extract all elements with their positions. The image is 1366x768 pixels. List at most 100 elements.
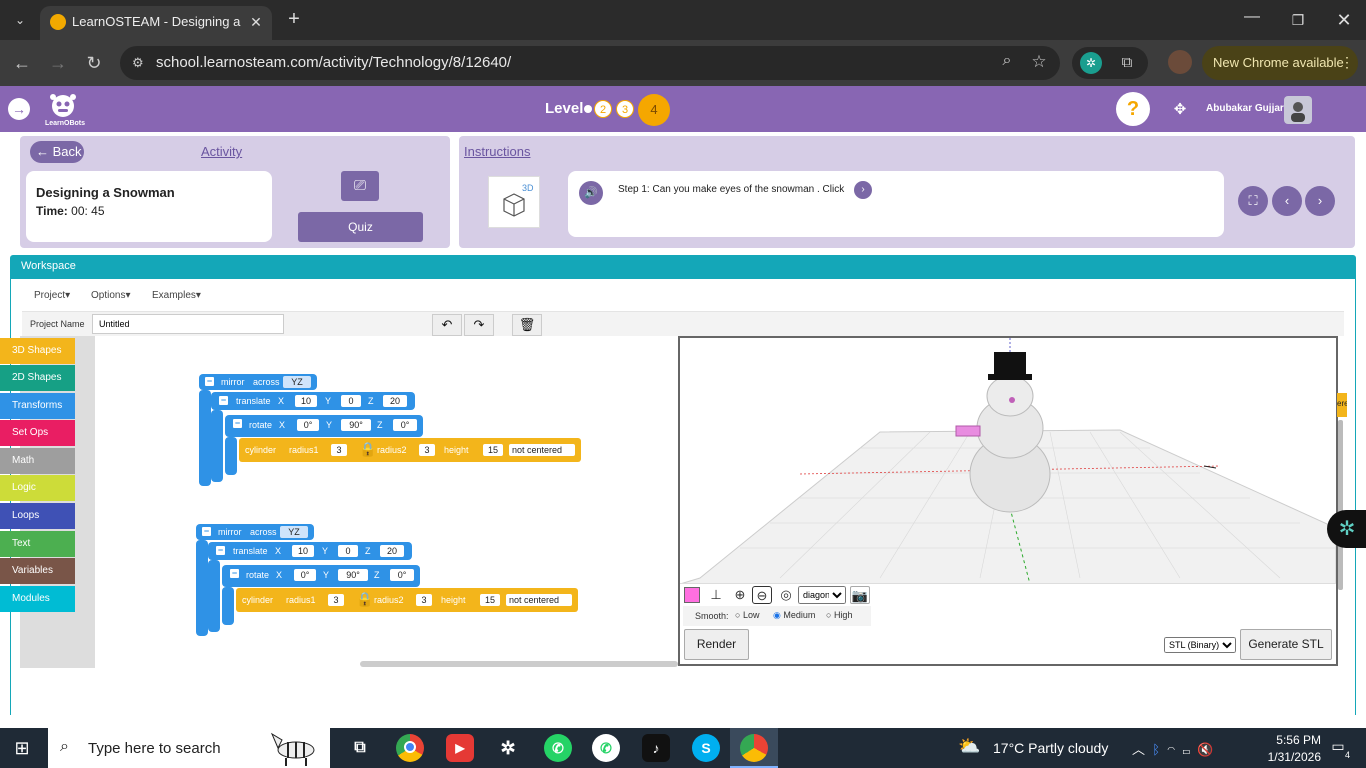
close-window-icon[interactable]: ✕ xyxy=(1332,8,1356,32)
category-modules[interactable]: Modules xyxy=(0,586,75,612)
translate-y-input[interactable]: 0 xyxy=(338,545,358,557)
chatgpt-app-icon[interactable]: ✲ xyxy=(494,734,522,762)
color-swatch[interactable] xyxy=(684,587,700,603)
category-3d-shapes[interactable]: 3D Shapes xyxy=(0,338,75,364)
help-button[interactable]: ? xyxy=(1116,92,1150,126)
radius1-input[interactable]: 3 xyxy=(328,594,344,606)
clock-date[interactable]: 1/31/2026 xyxy=(1255,750,1321,764)
chrome-app-icon[interactable] xyxy=(396,734,424,762)
collapse-icon[interactable]: − xyxy=(202,527,211,536)
weather-partly-cloudy-icon[interactable]: ⛅ xyxy=(958,736,986,760)
notifications-icon[interactable]: ▭ 4 xyxy=(1326,738,1350,760)
menu-examples[interactable]: Examples▾ xyxy=(152,290,201,301)
undo-icon[interactable]: ↶ xyxy=(432,314,462,336)
browser-tab[interactable]: LearnOSTEAM - Designing a Sn ✕ xyxy=(40,6,272,40)
rotate-z-input[interactable]: 0° xyxy=(390,569,414,581)
fullscreen-button[interactable]: ⛶ xyxy=(1238,186,1268,216)
viewer-vertical-scrollbar[interactable] xyxy=(1338,420,1343,590)
smooth-high-radio[interactable]: ○ High xyxy=(826,610,852,620)
video-app-icon[interactable]: ▶ xyxy=(446,734,474,762)
whatsapp-web-icon[interactable]: ✆ xyxy=(592,734,620,762)
redo-icon[interactable]: ↷ xyxy=(464,314,494,336)
level-3[interactable]: 3 xyxy=(616,100,634,118)
task-view-icon[interactable]: ⧉ xyxy=(346,734,374,762)
zoom-out-icon[interactable]: ⊖ xyxy=(752,586,772,604)
chatgpt-extension-icon[interactable]: ✲ xyxy=(1080,52,1102,74)
blocks-canvas[interactable] xyxy=(95,336,677,668)
presentation-button[interactable]: ⎚ xyxy=(341,171,379,201)
category-math[interactable]: Math xyxy=(0,448,75,474)
cylinder-block[interactable]: cylinder radius1 3 🔒 radius2 3 height 15… xyxy=(239,438,581,462)
bookmark-star-icon[interactable]: ☆ xyxy=(1028,52,1050,74)
canvas-horizontal-scrollbar[interactable] xyxy=(360,661,678,667)
address-bar[interactable]: ⚙ school.learnosteam.com/activity/Techno… xyxy=(120,46,1060,80)
bluetooth-icon[interactable]: ᛒ xyxy=(1152,742,1160,757)
translate-block[interactable]: − translate X 10 Y 0 Z 20 xyxy=(208,542,412,560)
wifi-icon[interactable]: ◠ xyxy=(1167,742,1175,757)
menu-project[interactable]: Project▾ xyxy=(34,290,70,301)
maximize-icon[interactable]: ❐ xyxy=(1286,8,1310,32)
user-menu-icon[interactable]: ✥ xyxy=(1170,100,1190,120)
collapse-icon[interactable]: − xyxy=(233,419,242,428)
reload-icon[interactable]: ↻ xyxy=(80,49,108,77)
smooth-medium-radio[interactable]: ◉ Medium xyxy=(773,610,815,621)
cylinder-block[interactable]: cylinder radius1 3 🔒 radius2 3 height 15… xyxy=(236,588,578,612)
axes-icon[interactable]: ⊥ xyxy=(706,586,726,604)
volume-icon[interactable]: 🔇 xyxy=(1197,742,1213,757)
category-set-ops[interactable]: Set Ops xyxy=(0,420,75,446)
smooth-low-radio[interactable]: ○ Low xyxy=(735,610,759,620)
generate-stl-button[interactable]: Generate STL xyxy=(1240,629,1332,660)
zoom-in-icon[interactable]: ⊕ xyxy=(730,586,750,604)
chevron-up-icon[interactable]: ︿ xyxy=(1132,742,1145,757)
radius2-input[interactable]: 3 xyxy=(416,594,432,606)
translate-block[interactable]: − translate X 10 Y 0 Z 20 xyxy=(211,392,415,410)
quiz-button[interactable]: Quiz xyxy=(298,212,423,242)
rotate-y-input[interactable]: 90° xyxy=(338,569,368,581)
system-tray[interactable]: ︿ ᛒ ◠ ▭ 🔇 xyxy=(1132,739,1214,758)
step-next-icon[interactable]: › xyxy=(854,181,872,199)
kebab-menu-icon[interactable]: ⋮ xyxy=(1340,54,1354,71)
taskbar-search[interactable]: ⌕ Type here to search xyxy=(48,728,330,768)
ai-assistant-icon[interactable]: ✲ xyxy=(1327,510,1366,548)
collapse-icon[interactable]: − xyxy=(216,546,225,555)
translate-z-input[interactable]: 20 xyxy=(380,545,404,557)
weather-text[interactable]: 17°C Partly cloudy xyxy=(993,740,1108,756)
radius1-input[interactable]: 3 xyxy=(331,444,347,456)
next-step-button[interactable]: › xyxy=(1305,186,1335,216)
minimize-icon[interactable]: — xyxy=(1240,8,1264,32)
zoom-icon[interactable]: ⌕ xyxy=(996,52,1018,74)
view-select[interactable]: diagonal xyxy=(798,586,846,604)
previous-step-button[interactable]: ‹ xyxy=(1272,186,1302,216)
whatsapp-app-icon[interactable]: ✆ xyxy=(544,734,572,762)
height-input[interactable]: 15 xyxy=(480,594,500,606)
3d-scene[interactable] xyxy=(680,338,1336,584)
category-logic[interactable]: Logic xyxy=(0,475,75,501)
profile-avatar[interactable] xyxy=(1168,50,1192,74)
user-name[interactable]: Abubakar Gujjar xyxy=(1206,103,1284,114)
update-chrome-button[interactable]: New Chrome available ⋮ xyxy=(1202,46,1358,80)
back-arrow-icon[interactable]: ← xyxy=(8,49,36,77)
battery-icon[interactable]: ▭ xyxy=(1182,742,1190,757)
category-text[interactable]: Text xyxy=(0,531,75,557)
url-text[interactable]: school.learnosteam.com/activity/Technolo… xyxy=(156,54,511,72)
collapse-icon[interactable]: − xyxy=(230,569,239,578)
centered-dropdown[interactable]: not centered xyxy=(509,444,575,456)
level-2[interactable]: 2 xyxy=(594,100,612,118)
active-chrome-taskbar[interactable] xyxy=(730,728,778,768)
category-variables[interactable]: Variables xyxy=(0,558,75,584)
translate-z-input[interactable]: 20 xyxy=(383,395,407,407)
tab-instructions[interactable]: Instructions xyxy=(464,144,530,159)
category-loops[interactable]: Loops xyxy=(0,503,75,529)
translate-x-input[interactable]: 10 xyxy=(292,545,314,557)
category-transforms[interactable]: Transforms xyxy=(0,393,75,419)
center-view-icon[interactable]: ◎ xyxy=(776,586,796,604)
project-name-input[interactable] xyxy=(92,314,284,334)
clock-time[interactable]: 5:56 PM xyxy=(1261,733,1321,747)
rotate-y-input[interactable]: 90° xyxy=(341,419,371,431)
rotate-z-input[interactable]: 0° xyxy=(393,419,417,431)
tab-search-icon[interactable]: ⌄ xyxy=(8,8,32,32)
camera-icon[interactable]: 📷 xyxy=(850,586,870,604)
radius2-input[interactable]: 3 xyxy=(419,444,435,456)
skype-app-icon[interactable]: S xyxy=(692,734,720,762)
lock-icon[interactable]: 🔒 xyxy=(359,441,376,458)
